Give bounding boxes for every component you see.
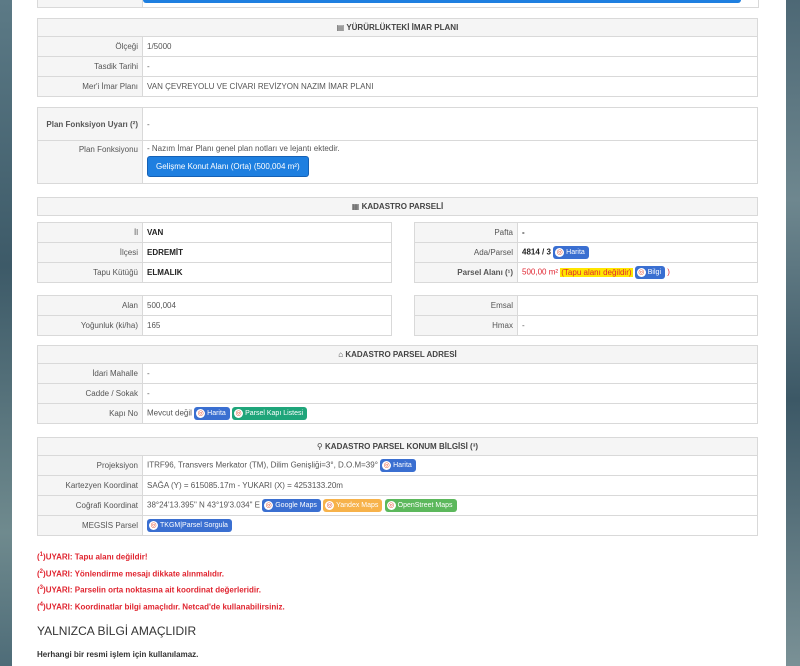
kart-label: Kartezyen Koordinat <box>37 475 143 496</box>
cadde-value: - <box>142 383 758 404</box>
adres-table: ⌂ KADASTRO PARSEL ADRESİ İdari Mahalle - … <box>37 345 758 424</box>
parsel-alan-label: Parsel Alanı (¹) <box>414 262 518 283</box>
emsal-label: Emsal <box>414 295 518 316</box>
map-search-icon: ◎ <box>325 501 335 510</box>
kadastro-left-table: İl VAN İlçesi EDREMİT Tapu Kütüğü ELMALIK <box>37 222 392 283</box>
emsal-value <box>517 295 758 316</box>
ilce-value: EDREMİT <box>142 242 392 263</box>
konum-header: ⚲ KADASTRO PARSEL KONUM BİLGİSİ (³) <box>37 437 758 456</box>
tapu-label: Tapu Kütüğü <box>37 262 143 283</box>
yogunluk-label: Yoğunluk (ki/ha) <box>37 315 143 336</box>
pafta-label: Pafta <box>414 222 518 243</box>
map-search-icon: ◎ <box>264 501 274 510</box>
idari-label: İdari Mahalle <box>37 363 143 384</box>
mer-value: VAN ÇEVREYOLU VE CİVARI REVİZYON NAZIM İ… <box>142 76 758 97</box>
il-value: VAN <box>142 222 392 243</box>
plan-uyari-value: - <box>142 107 758 141</box>
parsel-alan-warning: (Tapu alanı değildir) <box>560 267 633 277</box>
yandex-maps-button[interactable]: ◎ Yandex Maps <box>323 499 383 512</box>
google-maps-button[interactable]: ◎ Google Maps <box>262 499 321 512</box>
top-action-button[interactable] <box>143 0 741 3</box>
imar-header: ▤ YÜRÜRLÜKTEKİ İMAR PLANI <box>37 18 758 37</box>
mer-label: Mer'i İmar Planı <box>37 76 143 97</box>
ada-map-button[interactable]: ◎ Harita <box>553 246 589 259</box>
map-search-icon: ◎ <box>386 501 396 510</box>
megsis-button[interactable]: ◎ TKGM|Parsel Sorgula <box>147 519 232 532</box>
map-search-icon: ◎ <box>149 521 158 530</box>
tasdik-label: Tasdik Tarihi <box>37 56 143 77</box>
home-icon: ⌂ <box>338 350 344 359</box>
cadde-label: Cadde / Sokak <box>37 383 143 404</box>
map-search-icon: ◎ <box>196 409 206 418</box>
warning-notes: (1)UYARI: Tapu alanı değildir! (2)UYARI:… <box>37 548 437 615</box>
imar-plan-table: ▤ YÜRÜRLÜKTEKİ İMAR PLANI Ölçeği 1/5000 T… <box>37 18 758 97</box>
map-search-icon: ◎ <box>555 248 565 257</box>
map-search-icon: ◎ <box>234 409 244 418</box>
kapi-map-button[interactable]: ◎ Harita <box>194 407 230 420</box>
proj-value: ITRF96, Transvers Merkator (TM), Dilim G… <box>147 460 378 470</box>
kart-value: SAĞA (Y) = 615085.17m - YUKARI (X) = 425… <box>142 475 758 496</box>
pafta-value: - <box>517 222 758 243</box>
openstreet-maps-button[interactable]: ◎ OpenStreet Maps <box>384 499 457 512</box>
background-map-left <box>0 0 12 666</box>
note-item: (4)UYARI: Koordinatlar bilgi amaçlıdır. … <box>37 601 285 612</box>
kapi-value: Mevcut değil <box>147 408 192 418</box>
ada-value: 4814 / 3 <box>522 247 551 257</box>
kadastro-header: ▦ KADASTRO PARSELİ <box>37 197 758 216</box>
plan-function-button[interactable]: Gelişme Konut Alanı (Orta) (500,004 m²) <box>147 156 309 177</box>
tapu-value: ELMALIK <box>142 262 392 283</box>
plan-uyari-label: Plan Fonksiyon Uyarı (²) <box>37 107 143 141</box>
note-item: (1)UYARI: Tapu alanı değildir! <box>37 552 148 562</box>
proj-map-button[interactable]: ◎ Harita <box>380 459 416 472</box>
parsel-alan-value: 500,00 m² <box>522 267 559 277</box>
cog-label: Coğrafi Koordinat <box>37 495 143 516</box>
olcegi-value: 1/5000 <box>142 36 758 57</box>
plan-note: - Nazım İmar Planı genel plan notları ve… <box>147 144 340 153</box>
document-icon: ▤ <box>336 23 345 32</box>
map-pin-icon: ⚲ <box>316 442 323 451</box>
background-map-right <box>786 0 800 666</box>
adres-header: ⌂ KADASTRO PARSEL ADRESİ <box>37 345 758 364</box>
note-item: (2)UYARI: Yönlendirme mesajı dikkate alı… <box>37 568 224 579</box>
olcegi-label: Ölçeği <box>37 36 143 57</box>
map-search-icon: ◎ <box>382 461 392 470</box>
alan-label: Alan <box>37 295 143 316</box>
info-only-subtitle: Herhangi bir resmi işlem için kullanılam… <box>37 650 199 659</box>
grid-icon: ▦ <box>351 202 360 211</box>
alan-table: Alan 500,004 Yoğunluk (ki/ha) 165 <box>37 295 392 336</box>
megsis-label: MEGSİS Parsel <box>37 515 143 536</box>
map-search-icon: ◎ <box>636 268 646 277</box>
info-only-title: YALNIZCA BİLGİ AMAÇLIDIR <box>37 624 197 638</box>
plan-function-table: Plan Fonksiyon Uyarı (²) - Plan Fonksiyon… <box>37 107 758 184</box>
plan-fonk-label: Plan Fonksiyonu <box>37 140 143 184</box>
il-label: İl <box>37 222 143 243</box>
yogunluk-value: 165 <box>142 315 392 336</box>
alan-value: 500,004 <box>142 295 392 316</box>
emsal-table: Emsal Hmax - <box>414 295 758 336</box>
ilce-label: İlçesi <box>37 242 143 263</box>
konum-table: ⚲ KADASTRO PARSEL KONUM BİLGİSİ (³) Proj… <box>37 437 758 536</box>
kapi-list-button[interactable]: ◎ Parsel Kapı Listesi <box>232 407 308 420</box>
ada-label: Ada/Parsel <box>414 242 518 263</box>
kapi-label: Kapı No <box>37 403 143 424</box>
tasdik-value: - <box>142 56 758 77</box>
kadastro-header-table: ▦ KADASTRO PARSELİ <box>37 197 758 216</box>
idari-value: - <box>142 363 758 384</box>
cog-value: 38°24'13.395" N 43°19'3.034" E <box>147 500 260 510</box>
note-item: (3)UYARI: Parselin orta noktasına ait ko… <box>37 585 262 595</box>
kadastro-right-table: Pafta - Ada/Parsel 4814 / 3 ◎ Harita Parse… <box>414 222 758 283</box>
hmax-label: Hmax <box>414 315 518 336</box>
hmax-value: - <box>517 315 758 336</box>
parsel-info-button[interactable]: ◎ Bilgi <box>634 266 665 279</box>
proj-label: Projeksiyon <box>37 455 143 476</box>
